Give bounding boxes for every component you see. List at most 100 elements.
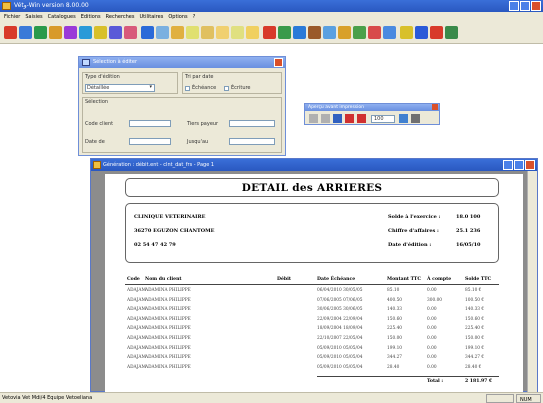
stock-icon[interactable] [49,26,62,39]
first-page-icon[interactable] [309,114,318,123]
date-from-label: Date de [85,139,105,145]
date-to-field[interactable] [229,138,275,145]
fiche-icon[interactable] [34,26,47,39]
row-9-amount: 28.40 [387,364,400,370]
minimize-button[interactable] [509,1,519,11]
ecriture-radio[interactable] [224,86,229,91]
menu-catalogues[interactable]: Catalogues [48,12,76,22]
code-client-field[interactable] [129,120,171,127]
row-7-code: ADAJAM [127,345,146,351]
date-to-label: Jusqu'au [187,139,209,145]
stats-icon[interactable] [171,26,184,39]
row-7-amount: 199.10 [387,345,403,351]
row-8-deposit: 0.00 [427,355,437,361]
row-5-amount: 225.40 [387,326,403,332]
col-header-balance: Solde TTC [465,277,492,282]
maximize-button[interactable] [520,1,530,11]
menu-help[interactable]: ? [193,12,196,22]
row-4-code: ADAJAM [127,316,146,322]
name-field[interactable] [229,120,275,127]
report-window-titlebar[interactable]: Génération : débit.ent - clnt_dat_frs - … [91,159,537,171]
prev-page-icon[interactable] [321,114,330,123]
name-label: Tiers payeur [187,121,219,127]
type-select[interactable]: Détaillée ▾ [85,84,155,92]
rdv-icon[interactable] [19,26,32,39]
zoom-field[interactable]: 100 [371,115,395,123]
select-label: Sélection [85,99,109,105]
last-page-icon[interactable] [357,114,366,123]
row-9-deposit: 0.00 [427,364,437,370]
total-value: 2 181.97 € [465,379,493,384]
code-client-label: Code client [85,121,114,127]
animal-icon[interactable] [64,26,77,39]
chart-icon[interactable] [383,26,396,39]
preview-palette: Aperçu avant impression 100 [304,103,440,125]
col-header-debit: Débit [277,277,291,282]
config-icon[interactable] [415,26,428,39]
reglement-icon[interactable] [94,26,107,39]
row-7-balance: 199.10 € [465,345,485,351]
date-from-field[interactable] [129,138,171,145]
row-5-balance: 225.40 € [465,326,485,332]
report-title-box: DETAIL des ARRIERES [125,178,499,197]
phone-icon[interactable] [338,26,351,39]
search-icon[interactable] [333,114,342,123]
group-icon[interactable] [278,26,291,39]
date-label: Tri par date [185,74,214,80]
menu-options[interactable]: Options [168,12,187,22]
summary-value-2: 25.1 236 [456,228,481,234]
exit-icon[interactable] [400,26,413,39]
menu-editions[interactable]: Editions [81,12,101,22]
row-1-name: ADAMINA PHILIPPE [145,288,191,293]
tree-icon[interactable] [293,26,306,39]
print-icon[interactable] [411,114,420,123]
menu-saisies[interactable]: Saisies [25,12,42,22]
ecriture-label: Écriture [231,85,251,91]
row-1-deposit: 0.00 [427,288,437,293]
mail-icon[interactable] [323,26,336,39]
col-header-date: Date Échéance [317,277,356,282]
report-close-button[interactable] [525,160,535,170]
facture-icon[interactable] [79,26,92,39]
tools-icon[interactable] [430,26,443,39]
report-maximize-button[interactable] [514,160,524,170]
find-icon[interactable] [231,26,244,39]
person-icon[interactable] [263,26,276,39]
calc-icon[interactable] [353,26,366,39]
preview-palette-titlebar[interactable]: Aperçu avant impression [305,104,439,111]
selection-dialog-title: Sélection à éditer [93,59,138,65]
report-minimize-button[interactable] [503,160,513,170]
vertical-scrollbar[interactable] [527,171,537,392]
note-icon[interactable] [368,26,381,39]
courrier-icon[interactable] [156,26,169,39]
catalogue-icon[interactable] [141,26,154,39]
next-page-icon[interactable] [345,114,354,123]
agenda-icon[interactable] [124,26,137,39]
selection-dialog-titlebar[interactable]: Sélection à éditer [79,57,285,68]
page-setup-icon[interactable] [399,114,408,123]
clients-icon[interactable] [4,26,17,39]
echeance-radio[interactable] [185,86,190,91]
report-icon[interactable] [308,26,321,39]
dialog-close-button[interactable] [274,58,283,67]
row-4-amount: 150.60 [387,316,403,322]
row-6-code: ADAJAM [127,336,146,341]
doc-icon[interactable] [186,26,199,39]
menu-recherches[interactable]: Recherches [106,12,135,22]
medic-icon[interactable] [109,26,122,39]
globe-icon[interactable] [445,26,458,39]
copy-icon[interactable] [201,26,214,39]
row-6-date: 22/10/2007 22/05/04 [317,336,363,341]
menu-utilitaires[interactable]: Utilitaires [140,12,164,22]
row-6-amount: 150.00 [387,336,403,341]
paste-icon[interactable] [216,26,229,39]
echeance-label: Échéance [192,85,217,91]
help-icon[interactable] [246,26,259,39]
menu-fichier[interactable]: Fichier [4,12,20,22]
palette-close-button[interactable] [432,104,438,110]
row-7-deposit: 0.00 [427,345,437,351]
row-1-code: ADAJAM [127,288,146,293]
close-button[interactable] [531,1,541,11]
col-header-name: Nom du client [145,277,182,282]
row-7-name: ADAMINA PHILIPPE [145,345,191,351]
